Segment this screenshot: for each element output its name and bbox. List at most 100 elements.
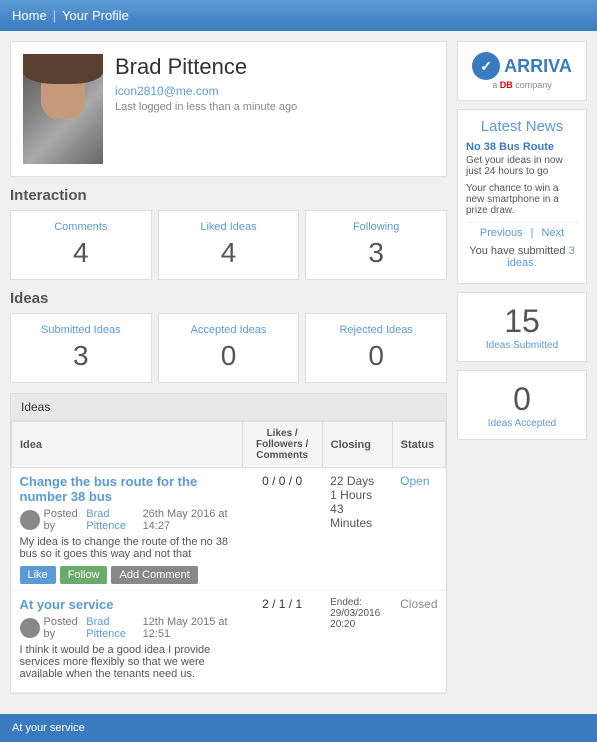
- table-row: Change the bus route for the number 38 b…: [12, 468, 446, 591]
- profile-name: Brad Pittence: [115, 54, 434, 80]
- stat-submitted: Submitted Ideas 3: [10, 313, 152, 383]
- status-badge-2: Closed: [400, 597, 437, 611]
- col-idea: Idea: [12, 422, 243, 468]
- news-submitted: You have submitted 3 ideas.: [466, 245, 578, 269]
- closing-line1: 22 Days: [330, 474, 384, 488]
- idea-author-2[interactable]: Brad Pittence: [86, 616, 138, 640]
- main-layout: Brad Pittence icon2810@me.com Last logge…: [0, 31, 597, 704]
- profile-info: Brad Pittence icon2810@me.com Last logge…: [115, 54, 434, 164]
- idea-cell-1: Change the bus route for the number 38 b…: [12, 468, 243, 591]
- stat-liked-ideas: Liked Ideas 4: [158, 210, 300, 280]
- closing-cell-1: 22 Days 1 Hours 43 Minutes: [322, 468, 392, 591]
- right-stat-submitted-label: Ideas Submitted: [466, 340, 578, 351]
- right-column: ✓ ARRIVA a DB company Latest News No 38 …: [457, 41, 587, 694]
- ideas-header: Ideas: [10, 290, 447, 307]
- likes-cell-2: 2 / 1 / 1: [242, 591, 322, 693]
- comment-button-1[interactable]: Add Comment: [111, 566, 197, 584]
- like-button-1[interactable]: Like: [20, 566, 56, 584]
- closing-line2: 1 Hours: [330, 488, 384, 502]
- news-nav-sep: |: [531, 227, 534, 239]
- stat-submitted-label: Submitted Ideas: [17, 324, 145, 336]
- stat-comments-label: Comments: [17, 221, 145, 233]
- likes-cell-1: 0 / 0 / 0: [242, 468, 322, 591]
- footer-text: At your service: [12, 722, 85, 734]
- nav-home[interactable]: Home: [12, 8, 47, 23]
- avatar: [23, 54, 103, 164]
- latest-news-title: Latest News: [466, 118, 578, 135]
- ended-date: 29/03/2016 20:20: [330, 608, 384, 630]
- stat-rejected: Rejected Ideas 0: [305, 313, 447, 383]
- idea-title-2[interactable]: At your service: [20, 597, 235, 612]
- idea-title-1[interactable]: Change the bus route for the number 38 b…: [20, 474, 235, 504]
- stat-following-value: 3: [312, 237, 440, 269]
- stat-liked-label: Liked Ideas: [165, 221, 293, 233]
- idea-cell-2: At your service Posted by Brad Pittence …: [12, 591, 243, 693]
- avatar-small-1: [20, 510, 40, 530]
- arriva-banner: ✓ ARRIVA a DB company: [457, 41, 587, 101]
- right-stat-submitted-value: 15: [466, 303, 578, 340]
- posted-by-2: Posted by: [44, 616, 83, 640]
- stat-liked-value: 4: [165, 237, 293, 269]
- latest-news-box: Latest News No 38 Bus Route Get your ide…: [457, 109, 587, 284]
- right-stat-submitted: 15 Ideas Submitted: [457, 292, 587, 362]
- stat-submitted-value: 3: [17, 340, 145, 372]
- ideas-container: Ideas Idea Likes / Followers / Comments …: [10, 393, 447, 694]
- closing-cell-2: Ended: 29/03/2016 20:20: [322, 591, 392, 693]
- idea-meta-2: Posted by Brad Pittence 12th May 2015 at…: [20, 616, 235, 640]
- stat-rejected-value: 0: [312, 340, 440, 372]
- idea-author-1[interactable]: Brad Pittence: [86, 508, 138, 532]
- stat-comments: Comments 4: [10, 210, 152, 280]
- news-nav: Previous | Next: [466, 222, 578, 239]
- arriva-logo: ✓ ARRIVA: [468, 52, 576, 80]
- footer: At your service: [0, 714, 597, 742]
- idea-body-2: I think it would be a good idea I provid…: [20, 644, 235, 680]
- news-item2-body: Your chance to win a new smartphone in a…: [466, 183, 578, 216]
- table-row: At your service Posted by Brad Pittence …: [12, 591, 446, 693]
- col-likes: Likes / Followers / Comments: [242, 422, 322, 468]
- top-nav: Home | Your Profile: [0, 0, 597, 31]
- stat-following-label: Following: [312, 221, 440, 233]
- news-next[interactable]: Next: [542, 227, 565, 239]
- news-prev[interactable]: Previous: [480, 227, 523, 239]
- status-cell-2: Closed: [392, 591, 445, 693]
- news-item1-body: Get your ideas in now just 24 hours to g…: [466, 155, 578, 177]
- right-stat-accepted-label: Ideas Accepted: [466, 418, 578, 429]
- stat-accepted: Accepted Ideas 0: [158, 313, 300, 383]
- ideas-table-header: Ideas: [11, 394, 446, 421]
- closing-line3: 43 Minutes: [330, 502, 384, 530]
- col-status: Status: [392, 422, 445, 468]
- nav-your-profile[interactable]: Your Profile: [62, 8, 129, 23]
- profile-section: Brad Pittence icon2810@me.com Last logge…: [10, 41, 447, 177]
- arriva-name: ARRIVA: [504, 56, 572, 77]
- idea-date-2: 12th May 2015 at 12:51: [143, 616, 235, 640]
- avatar-image: [23, 54, 103, 164]
- stat-following: Following 3: [305, 210, 447, 280]
- avatar-small-2: [20, 618, 40, 638]
- interaction-header: Interaction: [10, 187, 447, 204]
- news-item1-title[interactable]: No 38 Bus Route: [466, 141, 578, 153]
- idea-body-1: My idea is to change the route of the no…: [20, 536, 235, 560]
- likes-value-1: 0 / 0 / 0: [262, 474, 302, 488]
- ideas-table: Idea Likes / Followers / Comments Closin…: [11, 421, 446, 693]
- nav-separator: |: [53, 8, 56, 23]
- right-stat-accepted: 0 Ideas Accepted: [457, 370, 587, 440]
- stat-accepted-label: Accepted Ideas: [165, 324, 293, 336]
- profile-email[interactable]: icon2810@me.com: [115, 84, 434, 98]
- follow-button-1[interactable]: Follow: [60, 566, 108, 584]
- col-closing: Closing: [322, 422, 392, 468]
- idea-meta-1: Posted by Brad Pittence 26th May 2016 at…: [20, 508, 235, 532]
- idea-actions-1: Like Follow Add Comment: [20, 566, 235, 584]
- arriva-sub: a DB company: [468, 80, 576, 90]
- interaction-stats: Comments 4 Liked Ideas 4 Following 3: [10, 210, 447, 280]
- stat-accepted-value: 0: [165, 340, 293, 372]
- posted-by-1: Posted by: [44, 508, 83, 532]
- status-badge-1: Open: [400, 474, 429, 488]
- stat-comments-value: 4: [17, 237, 145, 269]
- idea-date-1: 26th May 2016 at 14:27: [143, 508, 235, 532]
- left-column: Brad Pittence icon2810@me.com Last logge…: [10, 41, 447, 694]
- ended-label: Ended:: [330, 597, 384, 608]
- db-logo: DB: [500, 80, 513, 90]
- stat-rejected-label: Rejected Ideas: [312, 324, 440, 336]
- arriva-checkmark: ✓: [472, 52, 500, 80]
- likes-value-2: 2 / 1 / 1: [262, 597, 302, 611]
